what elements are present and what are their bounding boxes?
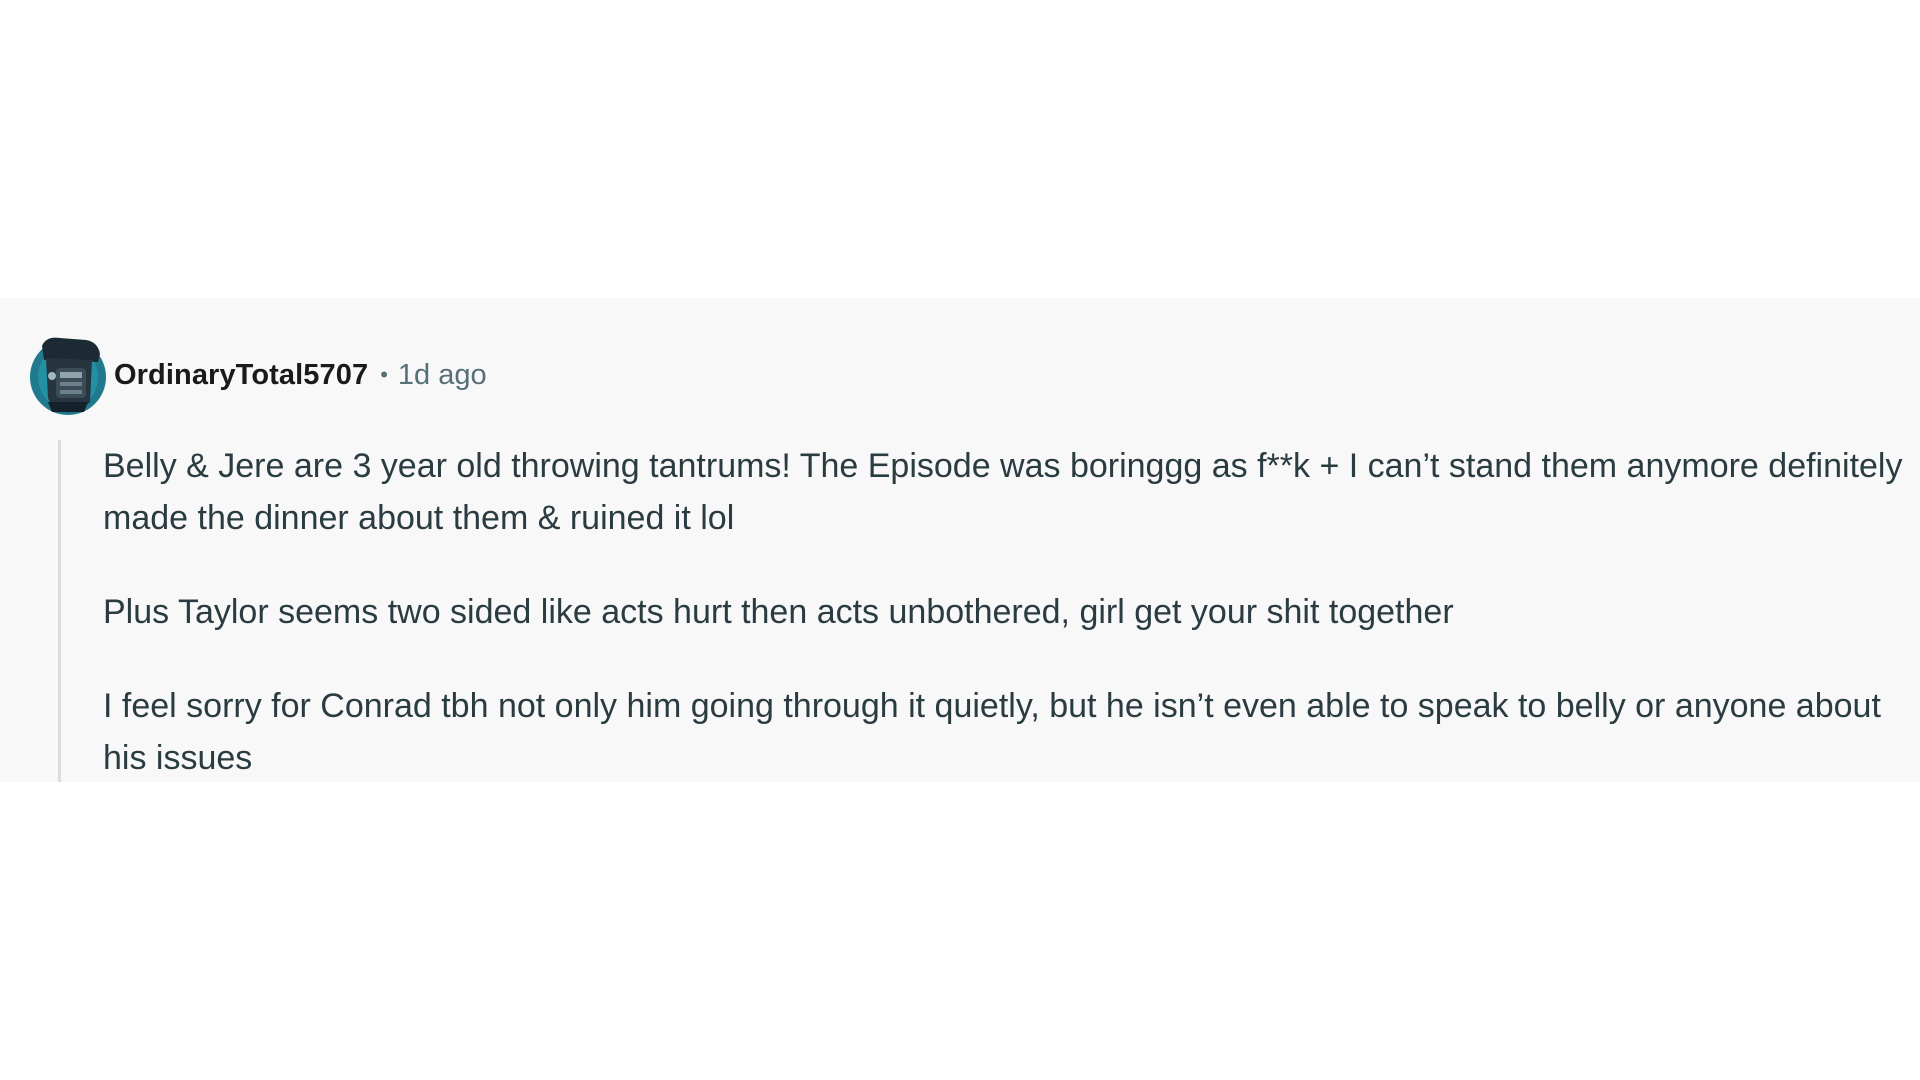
username-link[interactable]: OrdinaryTotal5707 bbox=[114, 359, 368, 392]
comment-paragraph: I feel sorry for Conrad tbh not only him… bbox=[103, 687, 1881, 777]
thread-line[interactable] bbox=[58, 440, 61, 782]
comment-paragraph: Belly & Jere are 3 year old throwing tan… bbox=[103, 447, 1903, 537]
snoo-avatar-icon[interactable] bbox=[28, 332, 108, 418]
comment-paragraph: Plus Taylor seems two sided like acts hu… bbox=[103, 593, 1454, 631]
comment-timestamp[interactable]: 1d ago bbox=[398, 359, 487, 392]
meta-separator: • bbox=[380, 362, 388, 387]
comment-body: Belly & Jere are 3 year old throwing tan… bbox=[103, 440, 1903, 826]
comment-card: OrdinaryTotal5707 • 1d ago Belly & Jere … bbox=[0, 298, 1920, 782]
comment-header: OrdinaryTotal5707 • 1d ago bbox=[28, 332, 487, 418]
